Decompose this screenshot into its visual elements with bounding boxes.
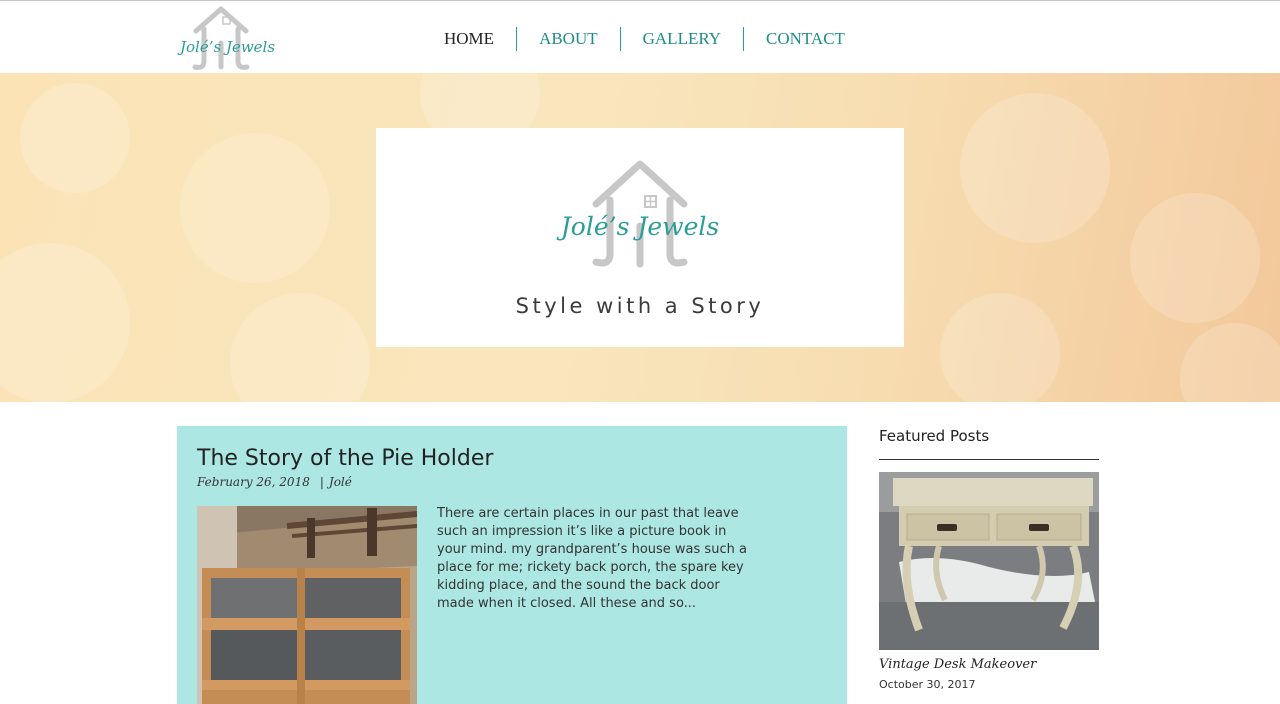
- nav-home[interactable]: HOME: [422, 26, 516, 52]
- pie-holder-photo: [197, 506, 417, 704]
- post-meta: February 26, 2018 | Jolé: [197, 475, 352, 489]
- post-excerpt: There are certain places in our past tha…: [437, 506, 747, 611]
- site-logo[interactable]: Jolé’s Jewels: [176, 5, 275, 71]
- site-header: Jolé’s Jewels HOME ABOUT GALLERY CONTACT: [0, 1, 1280, 73]
- logo-text: Jolé’s Jewels: [180, 38, 276, 56]
- vintage-desk-photo: [879, 472, 1099, 650]
- bokeh-light: [940, 293, 1060, 402]
- bokeh-light: [1180, 323, 1280, 402]
- bokeh-light: [180, 133, 330, 283]
- post-image[interactable]: [197, 506, 417, 704]
- main-nav: HOME ABOUT GALLERY CONTACT: [422, 25, 867, 53]
- hero-logo-card: Jolé’s Jewels Style with a Story: [376, 128, 904, 347]
- hero-banner: Jolé’s Jewels Style with a Story: [0, 73, 1280, 402]
- post-author[interactable]: Jolé: [329, 475, 352, 489]
- bokeh-light: [960, 93, 1110, 243]
- bokeh-light: [230, 293, 370, 402]
- bokeh-light: [0, 243, 130, 402]
- featured-post-date: October 30, 2017: [879, 678, 976, 691]
- hero-brand-name: Jolé’s Jewels: [560, 212, 720, 241]
- featured-post-image[interactable]: [879, 472, 1099, 650]
- post-date: February 26, 2018: [197, 475, 310, 489]
- meta-separator: |: [319, 475, 324, 489]
- blog-post-card[interactable]: The Story of the Pie Holder February 26,…: [177, 426, 847, 704]
- nav-gallery[interactable]: GALLERY: [621, 26, 743, 52]
- bokeh-light: [1130, 193, 1260, 323]
- bokeh-light: [20, 83, 130, 193]
- featured-post-title[interactable]: Vintage Desk Makeover: [879, 657, 1036, 672]
- nav-contact[interactable]: CONTACT: [744, 26, 867, 52]
- nav-about[interactable]: ABOUT: [517, 26, 620, 52]
- featured-divider: [879, 459, 1099, 460]
- post-title[interactable]: The Story of the Pie Holder: [197, 446, 493, 471]
- featured-posts-heading: Featured Posts: [879, 427, 990, 445]
- hero-tagline: Style with a Story: [515, 294, 765, 318]
